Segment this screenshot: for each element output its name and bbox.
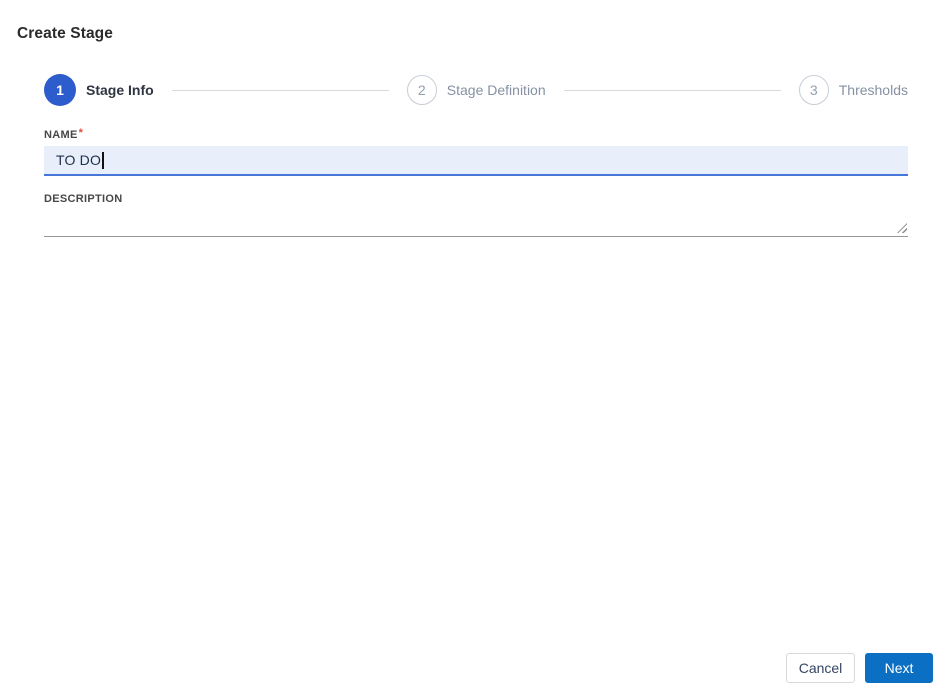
name-input-value: TO DO — [56, 152, 102, 168]
description-input[interactable] — [44, 208, 908, 236]
step-stage-info[interactable]: 1 Stage Info — [44, 74, 154, 106]
description-field-wrapper — [44, 208, 908, 237]
step-thresholds[interactable]: 3 Thresholds — [798, 75, 908, 105]
next-button[interactable]: Next — [865, 653, 933, 683]
description-label: DESCRIPTION — [44, 193, 123, 205]
step-3-circle: 3 — [798, 75, 829, 105]
step-2-label: Stage Definition — [446, 82, 546, 98]
wizard-stepper: 1 Stage Info 2 Stage Definition 3 Thresh… — [44, 74, 908, 106]
name-label: NAME* — [44, 127, 83, 141]
name-label-text: NAME — [44, 129, 78, 141]
cancel-button[interactable]: Cancel — [786, 653, 855, 683]
step-connector — [171, 89, 389, 91]
text-caret — [102, 151, 104, 169]
step-connector — [563, 89, 781, 91]
step-1-circle: 1 — [44, 74, 76, 106]
step-3-label: Thresholds — [838, 82, 908, 98]
step-stage-definition[interactable]: 2 Stage Definition — [406, 75, 546, 105]
step-1-label: Stage Info — [86, 82, 154, 98]
step-2-circle: 2 — [406, 75, 437, 105]
required-asterisk: * — [78, 127, 84, 139]
name-input[interactable]: TO DO — [44, 146, 908, 176]
page-title: Create Stage — [17, 25, 113, 42]
